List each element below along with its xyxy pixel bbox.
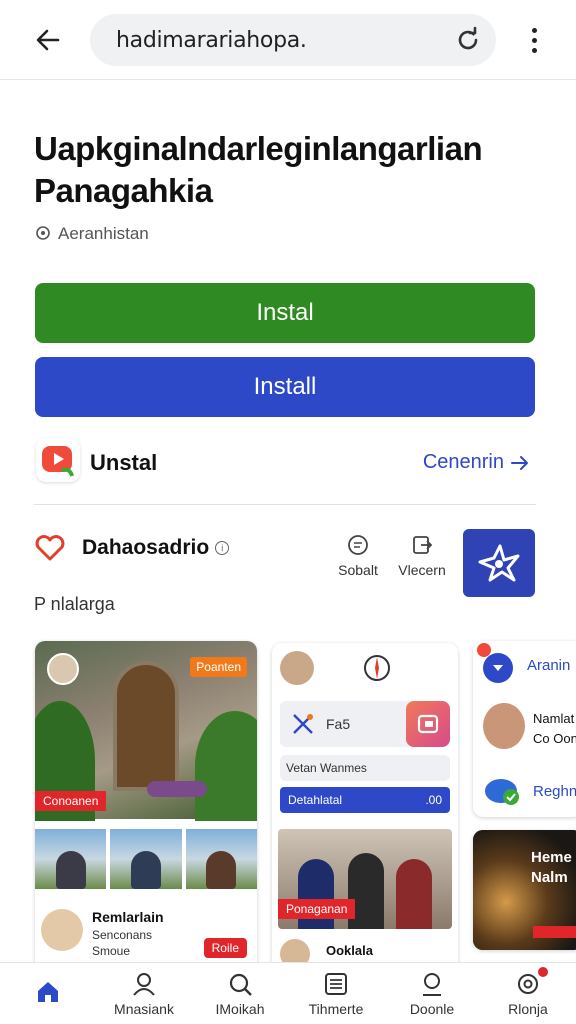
- divider: [34, 504, 536, 505]
- card3-name-2: Co Oon: [533, 731, 576, 746]
- nav-list[interactable]: Tihmerte: [288, 963, 384, 1024]
- action-share[interactable]: Vlecern: [392, 534, 452, 578]
- card3-title: Aranin: [527, 657, 571, 674]
- nav-search-label: IMoikah: [215, 1000, 265, 1017]
- location-row: Aeranhistan: [34, 224, 149, 244]
- nav-list-label: Tihmerte: [308, 1000, 364, 1017]
- url-text: hadimarariahopa.: [116, 28, 307, 53]
- card2-progress-bar[interactable]: Detahlatal .00: [280, 787, 450, 813]
- tools-icon: [293, 714, 313, 734]
- reload-icon: [458, 26, 478, 50]
- card2-badge: Ponaganan: [278, 899, 356, 919]
- install-button-blue[interactable]: Install: [35, 357, 535, 417]
- list-icon: [325, 972, 347, 995]
- info-icon[interactable]: i: [215, 541, 230, 555]
- card1-badge: Poanten: [190, 657, 247, 677]
- app-icon: [36, 438, 80, 482]
- chat-icon: [348, 535, 368, 555]
- arrow-right-icon: [511, 455, 528, 470]
- nav-search[interactable]: IMoikah: [192, 963, 288, 1024]
- section-title-text: Dahaosadrio: [82, 536, 210, 559]
- feed-card-4[interactable]: Heme Nalm: [473, 830, 576, 950]
- card2-bar-right: .00: [425, 793, 442, 807]
- card3-name-1: Namlat: [533, 711, 575, 726]
- nav-account-label: Doonle: [409, 1000, 455, 1017]
- nav-settings[interactable]: Rlonja: [480, 963, 576, 1024]
- card3-avatar: [483, 703, 525, 749]
- reload-button[interactable]: [452, 24, 484, 56]
- back-button[interactable]: [30, 22, 66, 58]
- notification-dot: [538, 967, 548, 977]
- profile-icon: [133, 972, 155, 996]
- action-chat[interactable]: Sobalt: [328, 534, 388, 578]
- card1-meta-line2: Smoue: [92, 944, 131, 958]
- nav-profile[interactable]: Mnasiank: [96, 963, 192, 1024]
- card4-tag: [533, 926, 576, 938]
- card1-pill[interactable]: Roile: [203, 938, 247, 958]
- search-icon: [229, 973, 252, 996]
- card4-headline: Heme Nalm: [531, 848, 572, 888]
- kebab-menu-button[interactable]: [522, 22, 546, 58]
- home-icon: [38, 981, 58, 1002]
- address-bar[interactable]: hadimarariahopa.: [90, 14, 496, 66]
- card4-headline-2: Nalm: [531, 869, 568, 886]
- app-name: Unstal: [90, 450, 158, 475]
- arrow-left-icon: [36, 29, 60, 51]
- card2-hero-image: Ponaganan: [278, 829, 452, 929]
- card1-thumbnails: [35, 829, 257, 889]
- nav-home[interactable]: [0, 963, 96, 1024]
- card1-meta-line1: Senconans: [92, 928, 153, 942]
- nav-profile-label: Mnasiank: [114, 1000, 174, 1017]
- app-link-label: Cenenrin: [422, 451, 504, 473]
- section-title: Dahaosadrio i: [82, 536, 230, 560]
- card2-app-tile[interactable]: [406, 701, 450, 747]
- page-title: Uapkginalndarleginlangarlian Panagahkia: [34, 130, 483, 209]
- card3-badge-icon: [483, 653, 513, 683]
- card2-bar-left: Detahlatal: [288, 793, 343, 807]
- settings-icon: [518, 973, 538, 994]
- card1-author-avatar: [41, 909, 83, 951]
- card3-names: Namlat Co Oon: [533, 709, 576, 749]
- location-text: Aeranhistan: [58, 224, 149, 243]
- card1-author-name: Remlarlain: [92, 909, 164, 925]
- feed-card-2[interactable]: Fa5 Vetan Wanmes Detahlatal .00 Ponagana…: [272, 643, 458, 973]
- kebab-menu-icon: [531, 27, 537, 33]
- feed-card-3[interactable]: Aranin Namlat Co Oon Reghn: [473, 641, 576, 817]
- card1-hero-image: Poanten Conoanen: [35, 641, 257, 821]
- section-subtitle: P nlalarga: [34, 594, 115, 614]
- heart-icon[interactable]: [34, 534, 66, 562]
- nav-settings-label: Rlonja: [508, 1000, 548, 1017]
- cloud-check-icon: [485, 779, 519, 805]
- card3-link[interactable]: Reghn: [533, 783, 576, 800]
- browser-toolbar: hadimarariahopa.: [0, 0, 576, 80]
- app-window-icon: [417, 714, 439, 734]
- card2-row-1-label: Fa5: [326, 716, 351, 732]
- action-share-label: Vlecern: [398, 562, 446, 578]
- share-icon: [413, 536, 433, 554]
- install-button-green[interactable]: Instal: [35, 283, 535, 343]
- brand-logo-icon: [478, 544, 520, 582]
- action-chat-label: Sobalt: [338, 562, 378, 578]
- card2-row-2: Vetan Wanmes: [280, 755, 450, 781]
- compass-icon: [364, 655, 390, 681]
- location-pin-icon: [36, 226, 50, 240]
- card2-avatar: [280, 651, 314, 685]
- card4-headline-1: Heme: [531, 849, 572, 866]
- bottom-navigation: Mnasiank IMoikah Tihmerte Doonle Rlonja: [0, 962, 576, 1024]
- account-icon: [423, 972, 441, 996]
- card1-label: Conoanen: [35, 791, 107, 811]
- feed-card-1[interactable]: Poanten Conoanen Remlarlain Senconans Sm…: [35, 641, 257, 971]
- card1-meta: Senconans Smoue: [92, 927, 152, 959]
- app-link[interactable]: Cenenrin: [423, 451, 530, 474]
- app-row[interactable]: Unstal Cenenrin: [34, 436, 536, 488]
- nav-account[interactable]: Doonle: [384, 963, 480, 1024]
- card1-avatar: [47, 653, 79, 685]
- brand-logo-tile[interactable]: [463, 529, 535, 597]
- card2-author-name: Ooklala: [326, 943, 373, 958]
